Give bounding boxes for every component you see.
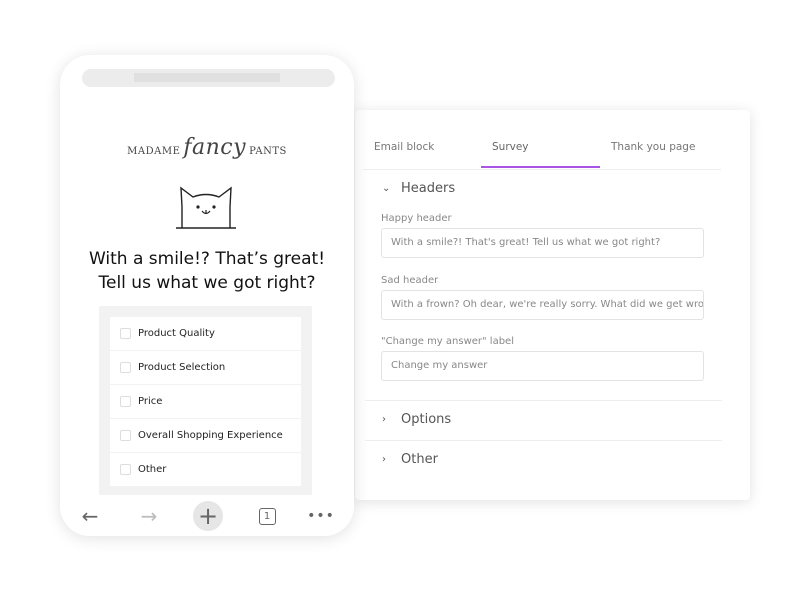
change-answer-label: "Change my answer" label [381, 336, 514, 347]
survey-options-list: Product Quality Product Selection Price … [99, 306, 312, 496]
list-item[interactable]: Overall Shopping Experience [110, 419, 301, 452]
checkbox[interactable] [120, 464, 131, 475]
happy-header-input[interactable]: With a smile?! That's great! Tell us wha… [381, 228, 704, 258]
options-section-toggle[interactable]: › Options [382, 412, 451, 427]
tab-thank-you-page[interactable]: Thank you page [611, 141, 695, 153]
change-answer-input[interactable]: Change my answer [381, 351, 704, 381]
chevron-right-icon: › [382, 454, 386, 465]
section-title: Options [401, 412, 452, 427]
chevron-right-icon: › [382, 414, 386, 425]
survey-editor-panel: Email block Survey Thank you page ⌄ Heade… [355, 110, 750, 500]
cat-icon [176, 186, 236, 229]
happy-header-label: Happy header [381, 213, 452, 224]
tab-survey[interactable]: Survey [492, 141, 529, 153]
sad-header-input[interactable]: With a frown? Oh dear, we're really sorr… [381, 290, 704, 320]
sad-header-label: Sad header [381, 275, 439, 286]
list-item[interactable]: Other [110, 453, 301, 486]
checkbox[interactable] [120, 362, 131, 373]
address-bar[interactable] [82, 69, 335, 87]
chevron-down-icon: ⌄ [382, 183, 391, 194]
browser-nav-bar: ← → + 1 ••• [60, 495, 354, 536]
back-arrow-icon[interactable]: ← [75, 501, 105, 531]
brand-logo: MADAME fancy PANTS [127, 135, 287, 160]
forward-arrow-icon[interactable]: → [134, 501, 164, 531]
section-title: Headers [401, 181, 456, 196]
checkbox[interactable] [120, 430, 131, 441]
survey-headline: With a smile!? That’s great! Tell us what… [88, 249, 326, 293]
other-section-toggle[interactable]: › Other [382, 452, 438, 467]
headers-section-toggle[interactable]: ⌄ Headers [382, 181, 455, 196]
tab-email-block[interactable]: Email block [374, 141, 434, 153]
list-item[interactable]: Product Quality [110, 317, 301, 350]
active-tab-indicator [481, 166, 600, 168]
divider [365, 440, 722, 441]
more-icon[interactable]: ••• [306, 501, 336, 531]
tabs-button[interactable]: 1 [252, 501, 282, 531]
checkbox[interactable] [120, 328, 131, 339]
checkbox[interactable] [120, 396, 131, 407]
list-item[interactable]: Price [110, 385, 301, 418]
section-title: Other [401, 452, 438, 467]
plus-icon[interactable]: + [193, 501, 223, 531]
phone-preview: MADAME fancy PANTS With a smile!? That’s g… [60, 55, 354, 536]
divider [365, 400, 722, 401]
tab-bar: Email block Survey Thank you page [363, 110, 721, 170]
list-item[interactable]: Product Selection [110, 351, 301, 384]
